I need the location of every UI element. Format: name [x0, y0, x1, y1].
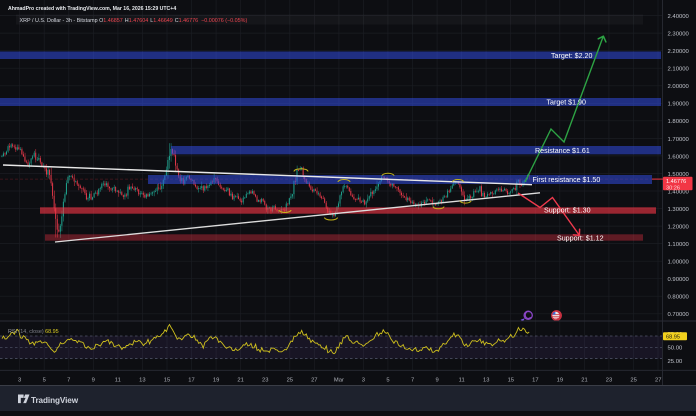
svg-text:9: 9 — [435, 377, 438, 383]
svg-text:3: 3 — [362, 377, 365, 383]
svg-text:23: 23 — [262, 377, 268, 383]
svg-text:TradingView: TradingView — [31, 396, 79, 405]
svg-text:13: 13 — [483, 377, 489, 383]
svg-text:25: 25 — [287, 377, 293, 383]
svg-text:5: 5 — [386, 377, 389, 383]
svg-text:25: 25 — [630, 377, 636, 383]
svg-text:1.20000: 1.20000 — [668, 225, 690, 231]
svg-text:1.80000: 1.80000 — [668, 119, 690, 125]
svg-text:1.46776: 1.46776 — [666, 179, 686, 185]
svg-text:13: 13 — [139, 377, 145, 383]
svg-text:21: 21 — [581, 377, 587, 383]
svg-text:RSI (14, close) 68.95: RSI (14, close) 68.95 — [8, 329, 59, 335]
svg-text:19: 19 — [213, 377, 219, 383]
svg-text:23: 23 — [606, 377, 612, 383]
svg-text:2.40000: 2.40000 — [668, 14, 690, 20]
svg-text:7: 7 — [411, 377, 414, 383]
svg-text:11: 11 — [459, 377, 465, 383]
svg-text:30:26: 30:26 — [666, 185, 680, 191]
svg-text:5: 5 — [43, 377, 46, 383]
svg-text:Mar: Mar — [334, 377, 344, 383]
svg-text:1.90000: 1.90000 — [668, 102, 690, 108]
svg-text:1.30000: 1.30000 — [668, 207, 690, 213]
svg-text:17: 17 — [532, 377, 538, 383]
svg-text:2.20000: 2.20000 — [668, 49, 690, 55]
svg-text:7: 7 — [67, 377, 70, 383]
svg-text:27: 27 — [311, 377, 317, 383]
svg-text:1.60000: 1.60000 — [668, 154, 690, 160]
svg-text:XRP / U.S. Dollar - 3h - Bitst: XRP / U.S. Dollar - 3h - Bitstamp O1.468… — [20, 18, 248, 24]
svg-text:9: 9 — [92, 377, 95, 383]
svg-text:2.30000: 2.30000 — [668, 32, 690, 38]
svg-text:68.95: 68.95 — [666, 335, 680, 341]
svg-text:15: 15 — [508, 377, 514, 383]
svg-text:15: 15 — [164, 377, 170, 383]
svg-text:1.10000: 1.10000 — [668, 242, 690, 248]
svg-text:0.80000: 0.80000 — [668, 295, 690, 301]
svg-text:Target $1.90: Target $1.90 — [547, 98, 586, 106]
svg-text:1.00000: 1.00000 — [668, 260, 690, 266]
svg-text:3: 3 — [18, 377, 21, 383]
svg-text:25.00: 25.00 — [668, 359, 683, 365]
svg-text:0.70000: 0.70000 — [668, 312, 690, 318]
svg-text:0.90000: 0.90000 — [668, 277, 690, 283]
svg-text:2.00000: 2.00000 — [668, 84, 690, 90]
svg-text:17: 17 — [188, 377, 194, 383]
svg-text:27: 27 — [655, 377, 661, 383]
svg-text:2.10000: 2.10000 — [668, 67, 690, 73]
svg-text:Support: $1.30: Support: $1.30 — [544, 207, 591, 215]
svg-text:First resistance $1.50: First resistance $1.50 — [533, 176, 601, 184]
svg-text:11: 11 — [115, 377, 121, 383]
svg-text:AhmadPro created with TradingV: AhmadPro created with TradingView.com, M… — [8, 6, 176, 12]
svg-text:50.00: 50.00 — [668, 346, 683, 352]
svg-text:21: 21 — [237, 377, 243, 383]
svg-text:Target: $2.20: Target: $2.20 — [551, 52, 592, 60]
svg-text:Support: $1.12: Support: $1.12 — [557, 235, 604, 243]
svg-text:1.70000: 1.70000 — [668, 137, 690, 143]
svg-text:Resistance $1.61: Resistance $1.61 — [535, 147, 590, 155]
svg-text:19: 19 — [557, 377, 563, 383]
